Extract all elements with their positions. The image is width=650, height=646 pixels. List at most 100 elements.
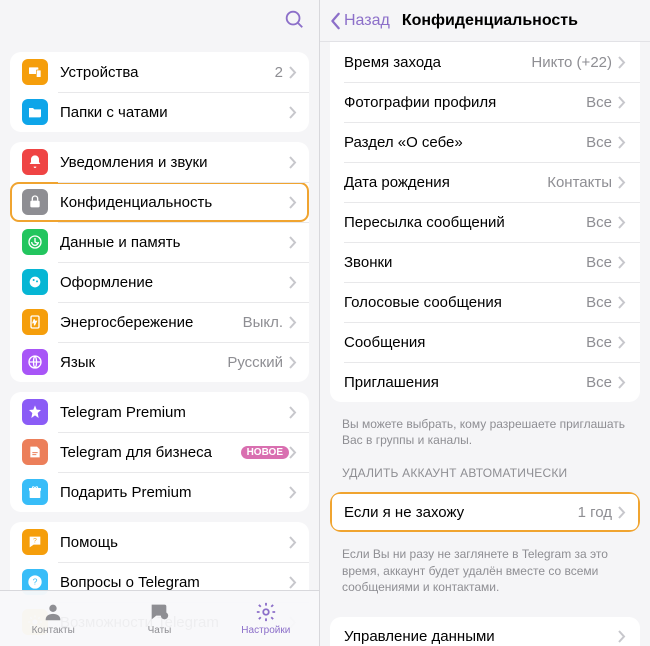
privacy-row-label: Голосовые сообщения: [344, 294, 586, 311]
chevron-right-icon: [289, 356, 297, 369]
privacy-row-value: Все: [586, 254, 612, 271]
new-badge: НОВОЕ: [241, 446, 289, 459]
chevron-right-icon: [618, 136, 626, 149]
settings-row-help[interactable]: ? Помощь: [10, 522, 309, 562]
privacy-row-label: Сообщения: [344, 334, 586, 351]
chevron-right-icon: [289, 196, 297, 209]
privacy-row-value: Никто (+22): [531, 54, 612, 71]
chevron-right-icon: [289, 576, 297, 589]
settings-row-battery[interactable]: ЭнергосбережениеВыкл.: [10, 302, 309, 342]
privacy-row[interactable]: СообщенияВсе: [330, 322, 640, 362]
privacy-row[interactable]: Время заходаНикто (+22): [330, 42, 640, 82]
settings-row-biz[interactable]: Telegram для бизнеса НОВОЕ: [10, 432, 309, 472]
settings-row-devices[interactable]: Устройства2: [10, 52, 309, 92]
privacy-row-label: Пересылка сообщений: [344, 214, 586, 231]
search-icon[interactable]: [283, 8, 305, 34]
chevron-right-icon: [618, 216, 626, 229]
privacy-row[interactable]: Голосовые сообщенияВсе: [330, 282, 640, 322]
chevron-right-icon: [289, 446, 297, 459]
chevron-right-icon: [289, 106, 297, 119]
tab-settings[interactable]: Настройки: [213, 591, 319, 646]
lock-icon: [22, 189, 48, 215]
row-value: Русский: [227, 354, 283, 371]
privacy-row[interactable]: ПриглашенияВсе: [330, 362, 640, 402]
chevron-right-icon: [618, 376, 626, 389]
row-label: Уведомления и звуки: [60, 154, 289, 171]
folders-icon: [22, 99, 48, 125]
delete-section-header: УДАЛИТЬ АККАУНТ АВТОМАТИЧЕСКИ: [320, 452, 650, 484]
privacy-row-label: Дата рождения: [344, 174, 547, 191]
row-label: Вопросы о Telegram: [60, 574, 289, 591]
svg-text:?: ?: [33, 577, 38, 587]
privacy-row-value: Все: [586, 334, 612, 351]
privacy-row[interactable]: Фотографии профиляВсе: [330, 82, 640, 122]
privacy-row[interactable]: Дата рожденияКонтакты: [330, 162, 640, 202]
chevron-right-icon: [289, 536, 297, 549]
row-label: Оформление: [60, 274, 289, 291]
privacy-row[interactable]: ЗвонкиВсе: [330, 242, 640, 282]
settings-row-data[interactable]: Данные и память: [10, 222, 309, 262]
chevron-right-icon: [289, 66, 297, 79]
settings-row-globe[interactable]: ЯзыкРусский: [10, 342, 309, 382]
settings-group-3: Telegram Premium Telegram для бизнеса НОВО…: [10, 392, 309, 512]
back-button[interactable]: Назад: [330, 12, 390, 30]
privacy-row-label: Приглашения: [344, 374, 586, 391]
privacy-row-value: Все: [586, 134, 612, 151]
chevron-right-icon: [289, 406, 297, 419]
row-label: Данные и память: [60, 234, 289, 251]
row-value: 2: [275, 64, 283, 81]
settings-scroll: Устройства2 Папки с чатами Уведомления и …: [0, 42, 319, 646]
chevron-right-icon: [618, 336, 626, 349]
manage-data-row[interactable]: Управление данными: [330, 617, 640, 646]
privacy-row-label: Время захода: [344, 54, 531, 71]
row-label: Устройства: [60, 64, 275, 81]
settings-group-1: Устройства2 Папки с чатами: [10, 52, 309, 132]
settings-row-theme[interactable]: Оформление: [10, 262, 309, 302]
chevron-right-icon: [289, 156, 297, 169]
settings-row-lock[interactable]: Конфиденциальность: [10, 182, 309, 222]
delete-if-away-row[interactable]: Если я не захожу 1 год: [330, 492, 640, 532]
privacy-row-label: Звонки: [344, 254, 586, 271]
data-icon: [22, 229, 48, 255]
privacy-row[interactable]: Пересылка сообщенийВсе: [330, 202, 640, 242]
tab-contacts[interactable]: Контакты: [0, 591, 106, 646]
privacy-footer: Вы можете выбрать, кому разрешаете пригл…: [320, 410, 650, 452]
settings-row-bell[interactable]: Уведомления и звуки: [10, 142, 309, 182]
settings-row-gift[interactable]: Подарить Premium: [10, 472, 309, 512]
chevron-right-icon: [618, 176, 626, 189]
row-label: Конфиденциальность: [60, 194, 289, 211]
row-value: Выкл.: [243, 314, 283, 331]
chevron-right-icon: [289, 316, 297, 329]
privacy-row-value: Все: [586, 94, 612, 111]
bell-icon: [22, 149, 48, 175]
tab-chats-label: Чаты: [148, 625, 172, 636]
page-title: Конфиденциальность: [402, 12, 578, 30]
tab-chats[interactable]: Чаты: [106, 591, 212, 646]
chevron-right-icon: [289, 276, 297, 289]
delete-if-away-label: Если я не захожу: [344, 504, 578, 521]
right-topbar: Назад Конфиденциальность: [320, 0, 650, 42]
row-label: Помощь: [60, 534, 289, 551]
privacy-row-label: Раздел «О себе»: [344, 134, 586, 151]
settings-group-2: Уведомления и звуки Конфиденциальность Дан…: [10, 142, 309, 382]
svg-text:?: ?: [33, 538, 37, 545]
row-label: Папки с чатами: [60, 104, 289, 121]
chevron-right-icon: [289, 236, 297, 249]
settings-row-folders[interactable]: Папки с чатами: [10, 92, 309, 132]
privacy-scroll: Время заходаНикто (+22)Фотографии профил…: [320, 42, 650, 646]
privacy-row[interactable]: Раздел «О себе»Все: [330, 122, 640, 162]
settings-row-star[interactable]: Telegram Premium: [10, 392, 309, 432]
row-label: Telegram Premium: [60, 404, 289, 421]
privacy-row-label: Фотографии профиля: [344, 94, 586, 111]
privacy-detail-pane: Назад Конфиденциальность Время заходаНик…: [319, 0, 650, 646]
chevron-right-icon: [618, 256, 626, 269]
row-label: Telegram для бизнеса: [60, 444, 235, 461]
manage-group: Управление данными: [330, 617, 640, 646]
delete-group: Если я не захожу 1 год: [330, 492, 640, 532]
star-icon: [22, 399, 48, 425]
delete-footer: Если Вы ни разу не заглянете в Telegram …: [320, 540, 650, 599]
globe-icon: [22, 349, 48, 375]
row-label: Энергосбережение: [60, 314, 243, 331]
manage-data-label: Управление данными: [344, 628, 618, 645]
row-label: Подарить Premium: [60, 484, 289, 501]
